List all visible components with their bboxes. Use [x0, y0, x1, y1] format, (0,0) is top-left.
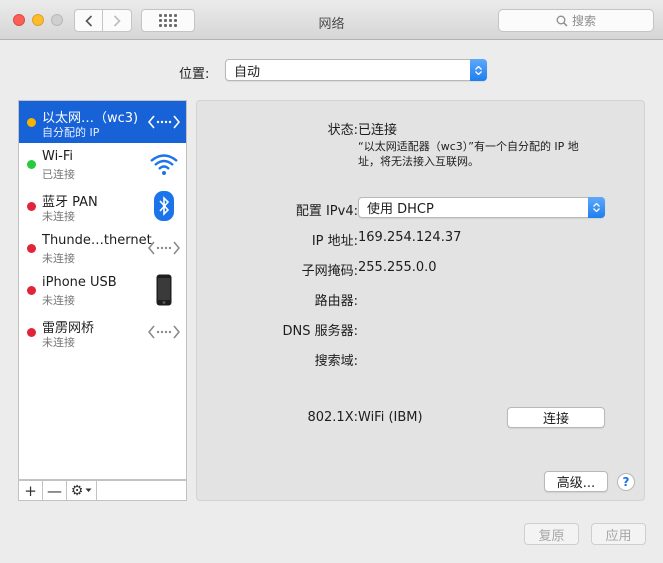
status-dot — [27, 202, 36, 211]
service-status: 已连接 — [42, 168, 75, 181]
back-button[interactable] — [75, 10, 104, 31]
service-list: 以太网…（wc3) 自分配的 IP Wi-Fi 已连接 蓝牙 PAN 未连接 T… — [18, 100, 187, 480]
search-input[interactable]: 搜索 — [498, 9, 654, 32]
popup-arrows-icon — [588, 197, 605, 218]
help-button[interactable]: ? — [617, 473, 635, 491]
subnet-mask-value: 255.255.0.0 — [358, 260, 437, 275]
status-description-line: “以太网适配器（wc3）”有一个自分配的 IP 地 — [358, 140, 579, 153]
service-item-wifi[interactable]: Wi-Fi 已连接 — [19, 143, 186, 185]
router-label: 路由器: — [314, 294, 358, 309]
status-dot — [27, 160, 36, 169]
status-description-line: 址，将无法接入互联网。 — [358, 155, 479, 168]
remove-service-button[interactable]: — — [43, 481, 67, 500]
service-item-thunderbolt-bridge[interactable]: 雷雳网桥 未连接 — [19, 311, 186, 353]
status-value: 已连接 — [358, 123, 398, 138]
advanced-button[interactable]: 高级... — [544, 471, 608, 492]
dot1x-value: WiFi (IBM) — [358, 410, 423, 425]
status-label: 状态: — [327, 123, 358, 138]
minimize-window-button[interactable] — [32, 14, 44, 26]
add-service-button[interactable]: + — [19, 481, 43, 500]
ethernet-arrows-icon — [148, 232, 180, 264]
connect-button[interactable]: 连接 — [507, 407, 605, 428]
location-label: 位置: — [179, 67, 210, 82]
status-dot — [27, 244, 36, 253]
ip-address-value: 169.254.124.37 — [358, 230, 462, 245]
ip-address-label: IP 地址: — [311, 234, 358, 249]
bluetooth-icon — [148, 190, 180, 222]
ethernet-arrows-icon — [148, 106, 180, 138]
wifi-icon — [148, 148, 180, 180]
service-name: Wi-Fi — [42, 149, 74, 164]
service-item-ethernet-wc3[interactable]: 以太网…（wc3) 自分配的 IP — [19, 101, 186, 143]
configure-ipv4-label: 配置 IPv4: — [295, 204, 358, 219]
chevron-down-icon — [85, 488, 92, 492]
configure-ipv4-value: 使用 DHCP — [367, 202, 434, 217]
popup-arrows-icon — [470, 59, 487, 81]
apply-button[interactable]: 应用 — [591, 523, 646, 545]
status-description: “以太网适配器（wc3）”有一个自分配的 IP 地 址，将无法接入互联网。 — [358, 139, 598, 169]
chevron-left-icon — [84, 14, 92, 27]
service-status: 未连接 — [42, 294, 75, 307]
service-item-bluetooth-pan[interactable]: 蓝牙 PAN 未连接 — [19, 185, 186, 227]
search-icon — [556, 15, 568, 27]
revert-button[interactable]: 复原 — [524, 523, 579, 545]
service-actions-button[interactable]: ⚙ — [67, 481, 97, 500]
location-value: 自动 — [234, 64, 261, 80]
status-dot — [27, 328, 36, 337]
grid-icon — [159, 14, 177, 27]
search-placeholder: 搜索 — [571, 14, 596, 28]
title-bar: 网络 搜索 — [0, 0, 663, 40]
zoom-window-button[interactable] — [51, 14, 63, 26]
back-forward-group — [74, 9, 132, 32]
service-item-iphone-usb[interactable]: iPhone USB 未连接 — [19, 269, 186, 311]
iphone-icon — [148, 274, 180, 306]
gear-icon: ⚙ — [70, 482, 84, 499]
service-list-toolbar: + — ⚙ — [18, 480, 187, 501]
status-dot — [27, 118, 36, 127]
dot1x-label: 802.1X: — [307, 410, 358, 425]
chevron-right-icon — [113, 14, 121, 27]
ethernet-arrows-icon — [148, 316, 180, 348]
close-window-button[interactable] — [13, 14, 25, 26]
forward-button[interactable] — [103, 10, 131, 31]
show-all-button[interactable] — [141, 9, 195, 32]
service-status: 未连接 — [42, 252, 75, 265]
subnet-mask-label: 子网掩码: — [301, 264, 358, 279]
configure-ipv4-popup[interactable]: 使用 DHCP — [358, 197, 605, 218]
location-popup[interactable]: 自动 — [225, 59, 487, 81]
service-name: Thunde…thernet — [42, 233, 152, 248]
service-item-thunderbolt-ethernet[interactable]: Thunde…thernet 未连接 — [19, 227, 186, 269]
service-status: 自分配的 IP — [42, 126, 100, 139]
service-name: iPhone USB — [42, 275, 117, 290]
service-status: 未连接 — [42, 210, 75, 223]
window-title: 网络 — [318, 17, 345, 32]
dns-server-label: DNS 服务器: — [282, 324, 359, 339]
search-domain-label: 搜索域: — [314, 354, 358, 369]
service-status: 未连接 — [42, 336, 75, 349]
status-dot — [27, 286, 36, 295]
